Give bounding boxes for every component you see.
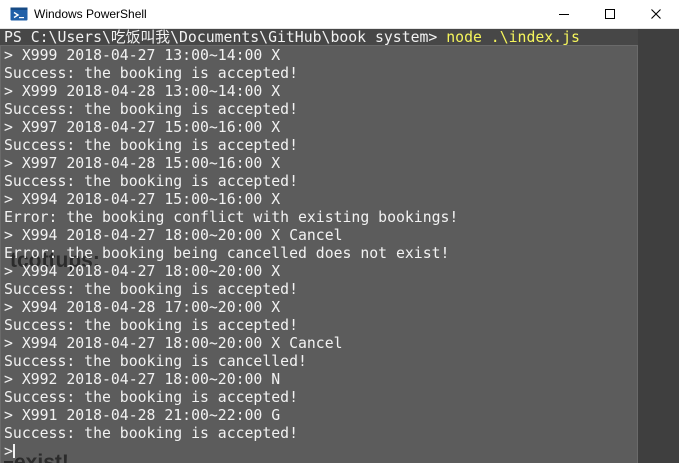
output-line: Success: the booking is accepted! <box>4 137 298 154</box>
input-line[interactable]: > <box>4 443 580 461</box>
output-line: Success: the booking is accepted! <box>4 101 298 118</box>
background-strip <box>638 29 679 463</box>
powershell-icon <box>10 7 28 21</box>
minimize-button[interactable] <box>541 0 587 29</box>
output-line: Success: the booking is accepted! <box>4 281 298 298</box>
minimize-icon <box>559 14 569 15</box>
output-line: > X994 2018-04-28 17:00~20:00 X <box>4 299 281 316</box>
output-line: > X994 2018-04-27 18:00~20:00 X Cancel <box>4 335 343 352</box>
prompt-line: PS C:\Users\吃饭叫我\Documents\GitHub\book s… <box>4 29 580 47</box>
prompt-path: PS C:\Users\吃饭叫我\Documents\GitHub\book s… <box>4 29 447 46</box>
title-bar[interactable]: Windows PowerShell <box>0 0 679 29</box>
output-line: Success: the booking is accepted! <box>4 425 298 442</box>
powershell-window: Windows PowerShell tcottups: exist! PS C… <box>0 0 679 463</box>
console-area[interactable]: tcottups: exist! PS C:\Users\吃饭叫我\Docume… <box>0 29 679 463</box>
output-line: Success: the booking is accepted! <box>4 317 298 334</box>
maximize-icon <box>605 9 615 19</box>
window-title: Windows PowerShell <box>34 7 147 21</box>
output-line: > X991 2018-04-28 21:00~22:00 G <box>4 407 281 424</box>
console-output: PS C:\Users\吃饭叫我\Documents\GitHub\book s… <box>4 29 580 461</box>
output-line: > X999 2018-04-27 13:00~14:00 X <box>4 47 281 64</box>
prompt-command: node .\index.js <box>446 29 580 46</box>
output-line: Error: the booking being cancelled does … <box>4 245 450 262</box>
maximize-button[interactable] <box>587 0 633 29</box>
output-line: > X994 2018-04-27 18:00~20:00 X Cancel <box>4 227 343 244</box>
output-line: Success: the booking is accepted! <box>4 389 298 406</box>
output-line: > X997 2018-04-28 15:00~16:00 X <box>4 155 281 172</box>
output-line: > X997 2018-04-27 15:00~16:00 X <box>4 119 281 136</box>
output-line: Success: the booking is accepted! <box>4 65 298 82</box>
output-line: > X994 2018-04-27 18:00~20:00 X <box>4 263 281 280</box>
close-button[interactable] <box>633 0 679 29</box>
output-line: Success: the booking is cancelled! <box>4 353 307 370</box>
output-line: Error: the booking conflict with existin… <box>4 209 459 226</box>
close-icon <box>651 9 661 19</box>
input-prompt: > <box>4 443 13 460</box>
output-line: > X992 2018-04-27 18:00~20:00 N <box>4 371 281 388</box>
output-line: Success: the booking is accepted! <box>4 173 298 190</box>
output-line: > X994 2018-04-27 15:00~16:00 X <box>4 191 281 208</box>
output-line: > X999 2018-04-28 13:00~14:00 X <box>4 83 281 100</box>
text-cursor <box>12 444 15 458</box>
